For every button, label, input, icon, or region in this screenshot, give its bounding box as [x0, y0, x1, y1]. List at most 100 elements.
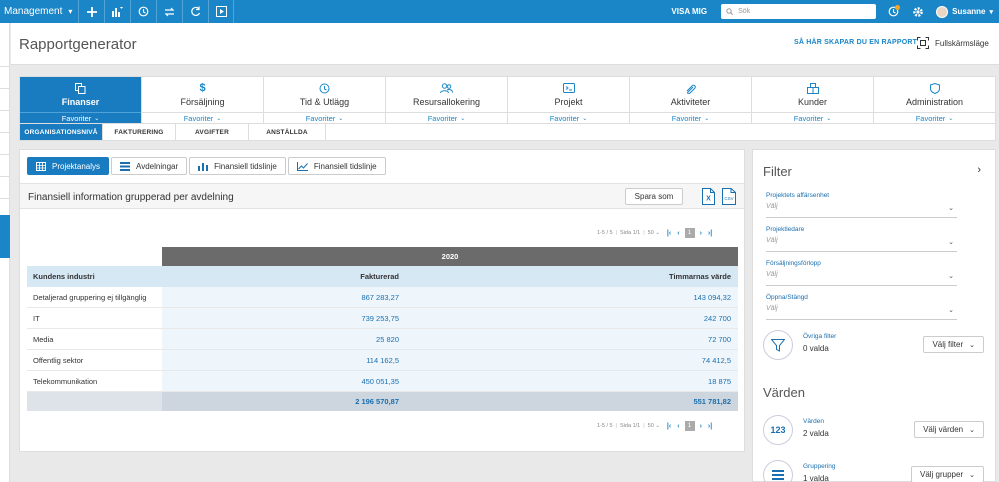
- select-projektledare[interactable]: Projektledare Välj ⌄: [766, 226, 957, 252]
- select-oppna-stangd[interactable]: Öppna/Stängd Välj ⌄: [766, 294, 957, 320]
- favorites-dropdown[interactable]: Favoriter ⌄: [20, 112, 141, 123]
- first-page-icon[interactable]: |‹: [667, 423, 671, 430]
- module-kunder[interactable]: Kunder Favoriter ⌄: [752, 77, 874, 123]
- favorites-dropdown[interactable]: Favoriter ⌄: [752, 112, 873, 123]
- favorites-dropdown[interactable]: Favoriter ⌄: [874, 112, 995, 123]
- history-icon[interactable]: [130, 0, 156, 23]
- fullscreen-button[interactable]: Fullskärmsläge: [917, 37, 989, 49]
- col-header-industry[interactable]: Kundens industri: [27, 272, 162, 281]
- module-finanser[interactable]: Finanser Favoriter ⌄: [20, 77, 142, 123]
- gear-icon[interactable]: [908, 6, 928, 18]
- excel-export-icon[interactable]: X: [702, 188, 715, 207]
- current-page[interactable]: 1: [684, 421, 695, 431]
- refresh-icon[interactable]: [182, 0, 208, 23]
- chevron-down-icon: ⌄: [948, 205, 954, 212]
- col-header-fakturerad[interactable]: Fakturerad: [162, 272, 405, 281]
- cell-fakturerad[interactable]: 739 253,75: [162, 308, 405, 328]
- app-switcher[interactable]: Management ▾: [0, 0, 78, 23]
- next-page-icon[interactable]: ›: [700, 230, 702, 237]
- cell-timmarnas-varde[interactable]: 72 700: [405, 329, 738, 349]
- favorites-dropdown[interactable]: Favoriter ⌄: [508, 112, 629, 123]
- favorites-dropdown[interactable]: Favoriter ⌄: [264, 112, 385, 123]
- fullscreen-icon: [917, 37, 929, 49]
- subtab-avgifter[interactable]: AVGIFTER: [176, 124, 249, 140]
- tab-avdelningar[interactable]: Avdelningar: [111, 157, 188, 175]
- next-page-icon[interactable]: ›: [700, 423, 702, 430]
- chevron-down-icon: ▾: [989, 8, 993, 16]
- subtab-organisationsniva[interactable]: ORGANISATIONSNIVÅ: [20, 124, 103, 140]
- module-forsaljning[interactable]: $ Försäljning Favoriter ⌄: [142, 77, 264, 123]
- cell-fakturerad[interactable]: 450 051,35: [162, 371, 405, 391]
- prev-page-icon[interactable]: ‹: [677, 423, 679, 430]
- favorites-dropdown[interactable]: Favoriter ⌄: [630, 112, 751, 123]
- choose-filters-button[interactable]: Välj filter ⌄: [923, 336, 984, 353]
- module-administration[interactable]: Administration Favoriter ⌄: [874, 77, 995, 123]
- select-forsaljningsforlopp[interactable]: Försäljningsförlopp Välj ⌄: [766, 260, 957, 286]
- plus-icon[interactable]: [78, 0, 104, 23]
- tab-finansiell-tidslinje[interactable]: Finansiell tidslinje: [189, 157, 286, 175]
- cell-timmarnas-varde[interactable]: 242 700: [405, 308, 738, 328]
- last-page-icon[interactable]: ›|: [708, 423, 712, 430]
- table-row: Telekommunikation 450 051,35 18 875: [27, 371, 738, 392]
- report-table: 2020 Kundens industri Fakturerad Timmarn…: [27, 247, 738, 411]
- page-title: Rapportgenerator: [19, 36, 137, 53]
- analytics-icon[interactable]: [104, 0, 130, 23]
- module-label: Administration: [905, 97, 964, 107]
- funnel-icon: [763, 330, 793, 360]
- grouping-icon: [763, 460, 793, 482]
- cell-timmarnas-varde[interactable]: 18 875: [405, 371, 738, 391]
- cell-timmarnas-varde[interactable]: 143 094,32: [405, 287, 738, 307]
- visa-mig-link[interactable]: VISA MIG: [671, 7, 707, 16]
- play-icon[interactable]: [208, 0, 234, 23]
- cell-fakturerad[interactable]: 25 820: [162, 329, 405, 349]
- cell-fakturerad[interactable]: 867 283,27: [162, 287, 405, 307]
- page-size-select[interactable]: 50 ⌄: [648, 423, 660, 429]
- cell-timmarnas-varde[interactable]: 74 412,5: [405, 350, 738, 370]
- module-label: Aktiviteter: [670, 97, 711, 107]
- clock-icon: [319, 82, 330, 94]
- app-name: Management: [4, 6, 63, 17]
- chevron-right-icon[interactable]: ›: [977, 164, 981, 176]
- table-row: IT 739 253,75 242 700: [27, 308, 738, 329]
- favorites-dropdown[interactable]: Favoriter ⌄: [142, 112, 263, 123]
- save-as-button[interactable]: Spara som: [625, 188, 683, 205]
- subtab-fakturering[interactable]: FAKTURERING: [103, 124, 176, 140]
- page-size-select[interactable]: 50 ⌄: [648, 230, 660, 236]
- values-count: 2 valda: [803, 429, 829, 438]
- col-header-timmarnas-varde[interactable]: Timmarnas värde: [405, 272, 738, 281]
- notification-icon[interactable]: [884, 5, 902, 17]
- module-resursallokering[interactable]: Resursallokering Favoriter ⌄: [386, 77, 508, 123]
- cell-fakturerad[interactable]: 114 162,5: [162, 350, 405, 370]
- left-rail-selected[interactable]: [0, 215, 10, 258]
- module-projekt[interactable]: Projekt Favoriter ⌄: [508, 77, 630, 123]
- row-label: Offentlig sektor: [33, 355, 84, 365]
- values-label[interactable]: Värden: [803, 418, 824, 425]
- subtab-anstallda[interactable]: ANSTÄLLDA: [249, 124, 326, 140]
- select-affarsenhet[interactable]: Projektets affärsenhet Välj ⌄: [766, 192, 957, 218]
- table-row: Detaljerad gruppering ej tillgänglig 867…: [27, 287, 738, 308]
- grouping-label[interactable]: Gruppering: [803, 463, 836, 470]
- tab-finansiell-tidslinje-2[interactable]: Finansiell tidslinje: [287, 157, 386, 175]
- current-page[interactable]: 1: [684, 228, 695, 238]
- choose-groups-button[interactable]: Välj grupper ⌄: [910, 466, 984, 482]
- module-label: Försäljning: [180, 97, 225, 107]
- module-aktiviteter[interactable]: Aktiviteter Favoriter ⌄: [630, 77, 752, 123]
- user-menu[interactable]: Susanne ▾: [936, 5, 993, 18]
- top-bar: Management ▾ VISA MIG Sök Susanne ▾: [0, 0, 999, 23]
- choose-values-button[interactable]: Välj värden ⌄: [914, 421, 984, 438]
- favorites-dropdown[interactable]: Favoriter ⌄: [386, 112, 507, 123]
- module-tid-utlagg[interactable]: Tid & Utlägg Favoriter ⌄: [264, 77, 386, 123]
- select-label: Öppna/Stängd: [766, 294, 808, 301]
- first-page-icon[interactable]: |‹: [667, 230, 671, 237]
- howto-link[interactable]: SÅ HÄR SKAPAR DU EN RAPPORT: [794, 39, 917, 46]
- chevron-down-icon: ⌄: [948, 115, 954, 122]
- prev-page-icon[interactable]: ‹: [677, 230, 679, 237]
- tab-projektanalys[interactable]: Projektanalys: [27, 157, 110, 175]
- swap-icon[interactable]: [156, 0, 182, 23]
- last-page-icon[interactable]: ›|: [708, 230, 712, 237]
- search-input[interactable]: Sök: [721, 4, 877, 19]
- search-icon: [726, 8, 734, 15]
- other-filters-label[interactable]: Övriga filter: [803, 333, 836, 340]
- csv-export-icon[interactable]: CSV: [722, 188, 736, 207]
- chevron-down-icon: ⌄: [948, 239, 954, 246]
